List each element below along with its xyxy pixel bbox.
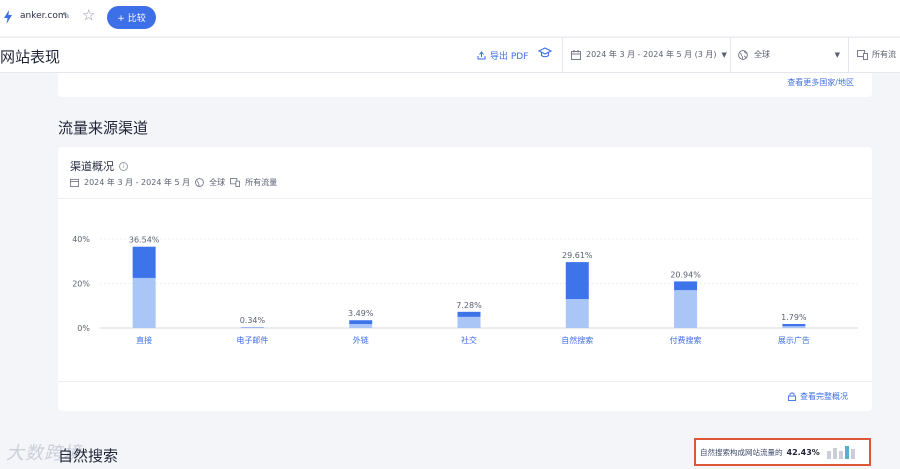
x-tick-label: 自然搜索: [561, 335, 593, 345]
x-tick-label: 社交: [461, 335, 477, 345]
date-range-label: 2024 年 3 月 - 2024 年 5 月 (3 月): [586, 50, 717, 59]
edit-icon[interactable]: ✎: [62, 11, 70, 22]
bar-segment: [674, 281, 698, 291]
bar-segment: [349, 320, 373, 324]
export-icon: [477, 51, 486, 60]
organic-share-text: 自然搜索构成网站流量的: [700, 447, 783, 457]
bar-value-label: 29.61%: [562, 251, 593, 260]
mini-bar: [850, 449, 855, 459]
bar-segment: [457, 311, 481, 317]
traffic-label: 所有流: [872, 50, 896, 59]
bar-value-label: 20.94%: [670, 270, 701, 279]
chevron-down-icon: ▼: [834, 50, 840, 59]
mini-bar: [826, 451, 831, 459]
x-tick-label: 付费搜索: [670, 335, 702, 345]
top-bar: anker.com ✎ ☆ + 比较: [0, 0, 900, 36]
x-tick-label: 外链: [353, 335, 369, 345]
graduation-cap-icon[interactable]: [538, 47, 552, 59]
bar-segment: [674, 290, 698, 328]
countries-card: 查看更多国家/地区: [58, 73, 872, 97]
export-pdf-label: 导出 PDF: [490, 52, 529, 62]
region-selector[interactable]: 全球 ▼: [738, 49, 840, 60]
compare-button[interactable]: + 比较: [107, 6, 156, 29]
bar-segment: [565, 262, 589, 300]
page-header: 网站表现 导出 PDF 2024 年 3 月 - 2024 年 5 月 (3 月…: [0, 37, 900, 73]
bar-segment: [457, 316, 481, 328]
devices-icon: [857, 49, 868, 60]
bar-value-label: 1.79%: [781, 313, 807, 322]
mini-bar-chart: [826, 445, 855, 459]
export-pdf-button[interactable]: 导出 PDF: [477, 49, 528, 62]
bar-value-label: 3.49%: [348, 309, 374, 318]
calendar-icon: [571, 49, 581, 60]
header-divider: [848, 38, 849, 73]
organic-search-title: 自然搜索: [58, 447, 119, 465]
bar-segment: [132, 277, 156, 328]
traffic-selector[interactable]: 所有流: [857, 49, 896, 60]
x-tick-label: 电子邮件: [236, 335, 268, 345]
bar-value-label: 0.34%: [240, 316, 266, 325]
bar-value-label: 36.54%: [129, 236, 160, 245]
bar-segment: [349, 323, 373, 328]
bar-value-label: 7.28%: [456, 301, 482, 310]
bar-segment: [782, 324, 806, 327]
chevron-down-icon: ▼: [721, 50, 727, 59]
x-tick-label: 展示广告: [778, 335, 810, 345]
section-title: 流量来源渠道: [58, 119, 149, 137]
y-tick-label: 40%: [72, 235, 90, 244]
y-tick-label: 0%: [77, 324, 90, 333]
date-range-selector[interactable]: 2024 年 3 月 - 2024 年 5 月 (3 月) ▼: [571, 49, 727, 60]
globe-icon: [738, 49, 748, 60]
mini-bar: [838, 451, 843, 459]
bar-segment: [565, 299, 589, 328]
compare-button-label: + 比较: [117, 14, 146, 24]
header-divider: [730, 38, 731, 73]
x-tick-label: 直接: [136, 335, 152, 345]
bar-segment: [782, 326, 806, 328]
lightning-icon: [4, 10, 12, 24]
mini-bar: [844, 446, 849, 459]
organic-share-callout: 自然搜索构成网站流量的 42.43%: [694, 438, 871, 466]
region-label: 全球: [754, 50, 770, 59]
header-divider: [562, 38, 563, 73]
more-regions-link[interactable]: 查看更多国家/地区: [787, 77, 854, 88]
bar-segment: [132, 246, 156, 278]
y-tick-label: 20%: [72, 280, 90, 289]
page-title: 网站表现: [0, 48, 61, 66]
star-icon[interactable]: ☆: [82, 8, 95, 23]
channel-bar-chart: 0% 20% 40% 36.54% 直接 0.34% 电子邮件 3.49% 外链 7.28% 社交 2…: [72, 235, 858, 345]
domain-label: anker.com: [20, 11, 67, 21]
mini-bar: [832, 448, 837, 459]
organic-share-value: 42.43%: [786, 447, 820, 457]
